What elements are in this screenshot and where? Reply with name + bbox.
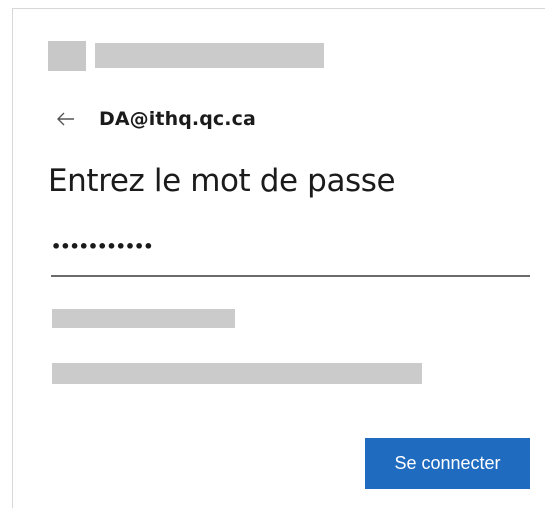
logo-redacted [48,41,86,71]
sign-in-button[interactable]: Se connecter [365,438,530,489]
identity-email: DA@ithq.qc.ca [99,108,256,130]
identity-row: DA@ithq.qc.ca [57,104,256,134]
page-title: Entrez le mot de passe [48,163,396,199]
logo-text-redacted [95,43,324,68]
forgot-password-link-redacted[interactable] [52,309,235,328]
password-input[interactable]: ••••••••••• [51,231,530,277]
arrow-left-icon[interactable] [57,109,77,129]
other-sign-in-link-redacted[interactable] [52,363,422,384]
